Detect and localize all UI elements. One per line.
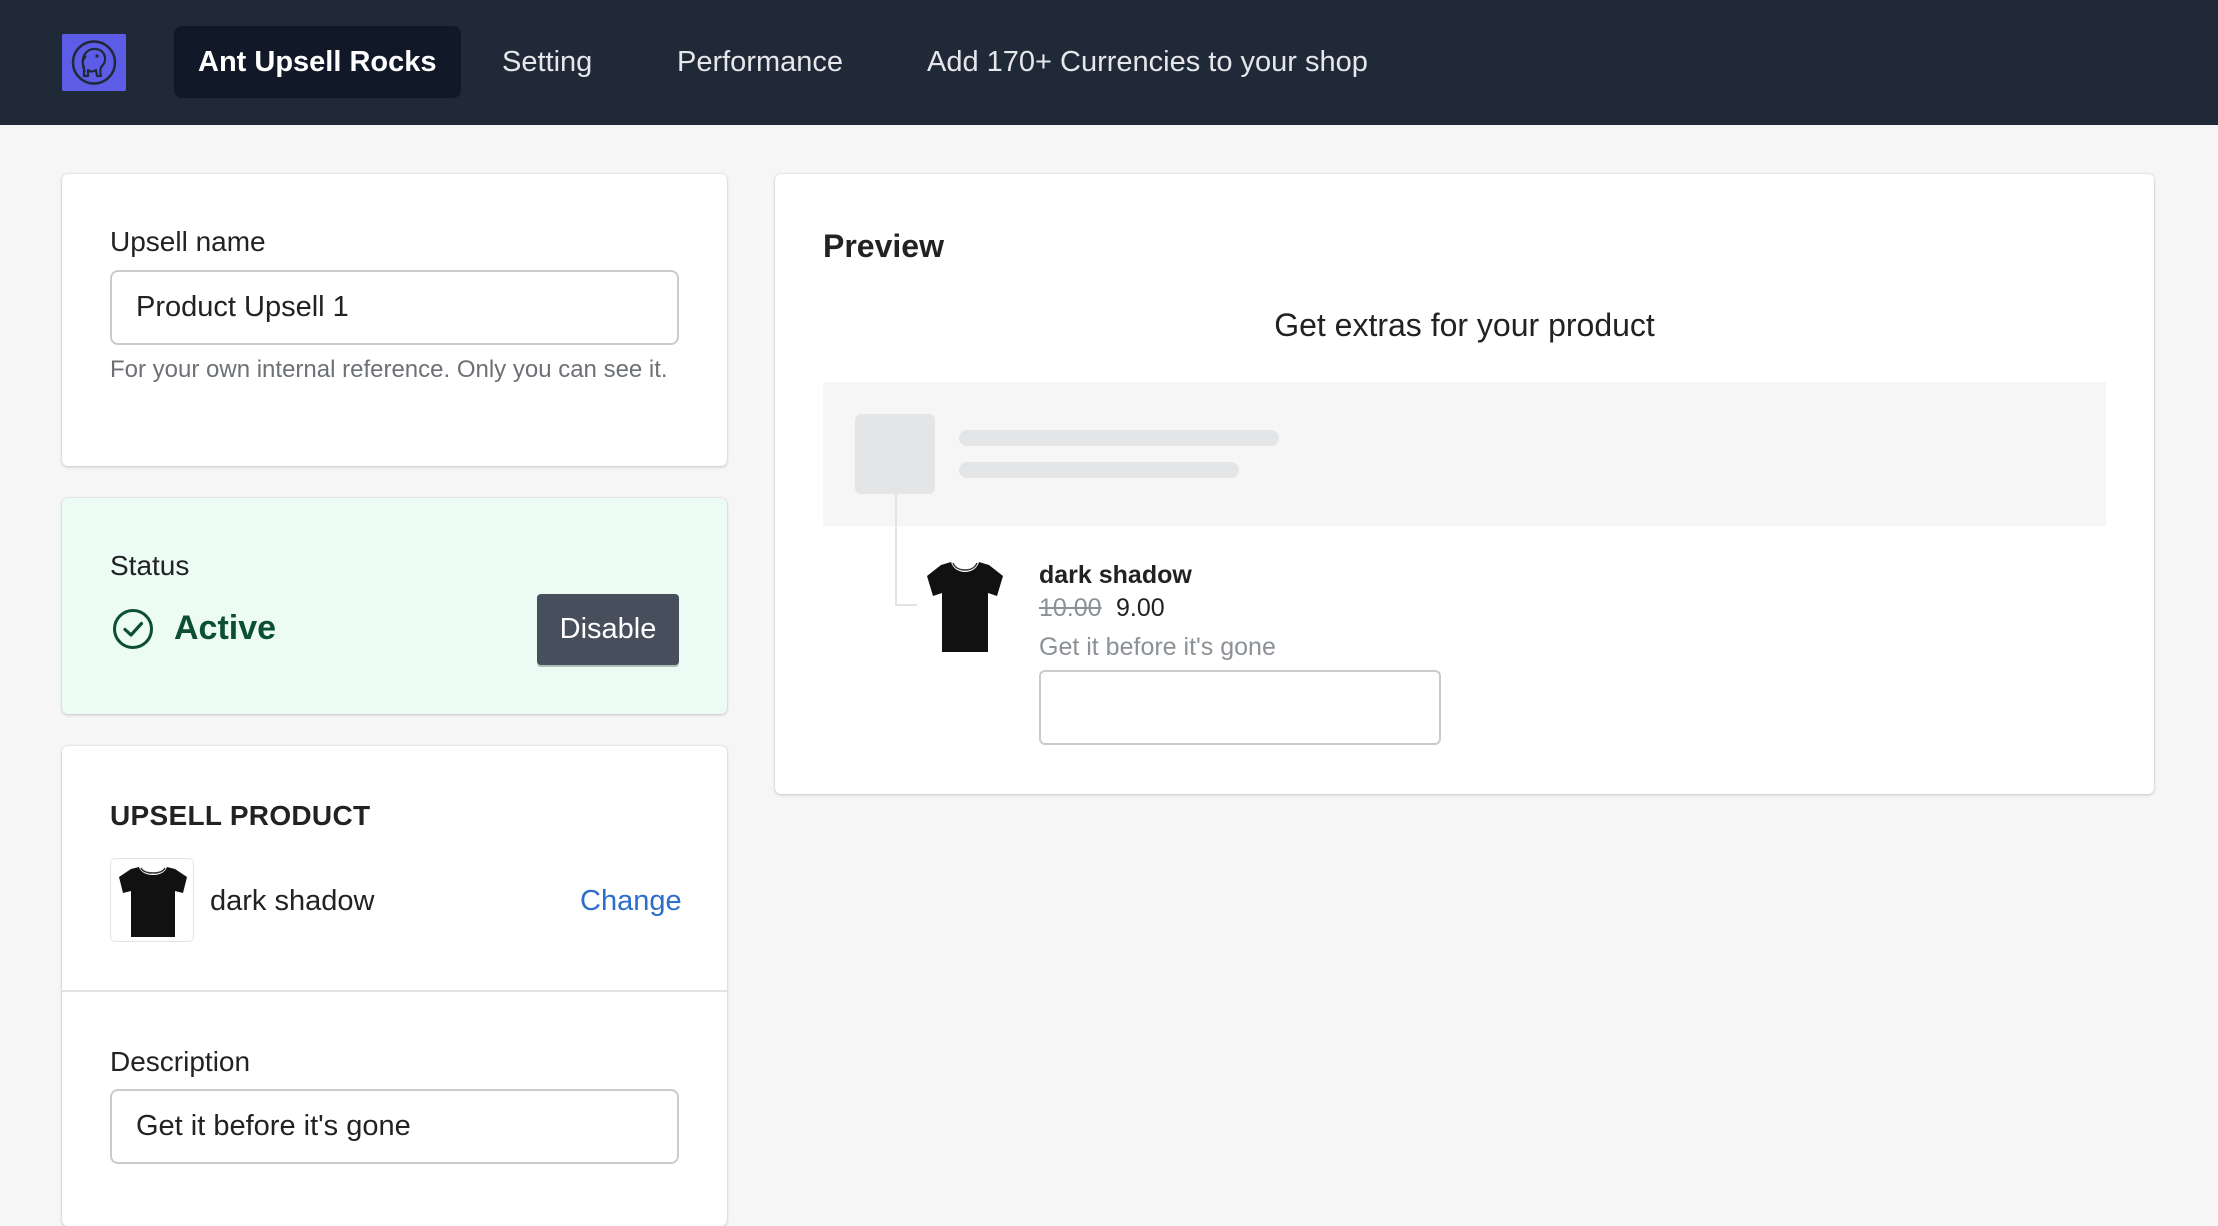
nav-tab-performance[interactable]: Performance xyxy=(653,26,867,98)
skeleton-line xyxy=(959,430,1279,446)
skeleton-product-placeholder xyxy=(823,382,2106,526)
check-circle-icon xyxy=(112,608,154,650)
connector-line xyxy=(895,604,917,606)
description-value: Get it before it's gone xyxy=(136,1110,411,1142)
status-label: Status xyxy=(110,550,190,581)
top-nav: Ant Upsell Rocks Setting Performance Add… xyxy=(0,0,2218,125)
upsell-product-name: dark shadow xyxy=(210,885,375,917)
upsell-name-help-text: For your own internal reference. Only yo… xyxy=(110,356,668,383)
preview-product-name: dark shadow xyxy=(1039,561,1192,589)
disable-button[interactable]: Disable xyxy=(537,594,679,665)
upsell-product-card: UPSELL PRODUCT dark shadow Change Descri… xyxy=(62,746,727,1226)
description-label: Description xyxy=(110,1046,251,1077)
elephant-logo-icon[interactable] xyxy=(62,34,126,91)
nav-tab-setting[interactable]: Setting xyxy=(478,26,616,98)
tshirt-icon xyxy=(110,858,194,942)
status-card: Status Active Disable xyxy=(62,498,727,714)
tshirt-icon xyxy=(925,558,1005,654)
nav-tab-label: Setting xyxy=(502,45,593,78)
nav-tab-label: Performance xyxy=(677,45,844,78)
preview-product-description: Get it before it's gone xyxy=(1039,633,1276,661)
nav-tab-add-currencies[interactable]: Add 170+ Currencies to your shop xyxy=(903,26,1392,98)
nav-tab-label: Ant Upsell Rocks xyxy=(198,45,437,78)
nav-tab-label: Add 170+ Currencies to your shop xyxy=(927,45,1368,78)
upsell-product-title: UPSELL PRODUCT xyxy=(110,800,371,831)
preview-title: Preview xyxy=(823,228,944,264)
connector-line xyxy=(895,494,897,606)
disable-button-label: Disable xyxy=(559,613,657,645)
upsell-name-value: Product Upsell 1 xyxy=(136,291,349,323)
nav-tab-ant-upsell-rocks[interactable]: Ant Upsell Rocks xyxy=(174,26,461,98)
upsell-name-input[interactable]: Product Upsell 1 xyxy=(110,270,679,345)
preview-heading: Get extras for your product xyxy=(1274,307,1655,343)
upsell-name-label: Upsell name xyxy=(110,226,266,257)
status-value: Active xyxy=(174,609,277,647)
description-input[interactable]: Get it before it's gone xyxy=(110,1089,679,1164)
section-divider xyxy=(62,990,727,992)
change-product-link[interactable]: Change xyxy=(580,885,682,918)
upsell-name-card: Upsell name Product Upsell 1 For your ow… xyxy=(62,174,727,466)
preview-old-price: 10.00 xyxy=(1039,594,1102,622)
preview-variant-input[interactable] xyxy=(1039,670,1441,745)
preview-new-price: 9.00 xyxy=(1116,594,1165,622)
preview-card: Preview Get extras for your product dark… xyxy=(775,174,2154,794)
skeleton-thumbnail xyxy=(855,414,935,494)
skeleton-line xyxy=(959,462,1239,478)
